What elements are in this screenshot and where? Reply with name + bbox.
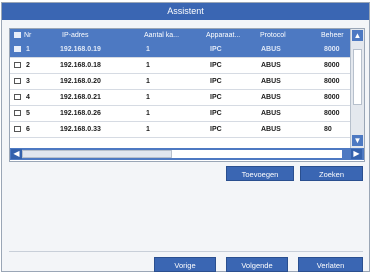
cell-nr: 4 [26,94,30,101]
cell-port: 8000 [324,94,340,101]
next-button[interactable]: Volgende [226,257,288,272]
cell-count: 1 [146,62,150,69]
cell-protocol: ABUS [261,78,281,85]
row-checkbox[interactable] [14,94,21,100]
cell-nr: 2 [26,62,30,69]
cell-port: 8000 [324,78,340,85]
cell-protocol: ABUS [261,62,281,69]
column-header-count[interactable]: Aantal ka... [144,29,188,42]
cell-type: IPC [210,62,222,69]
table-row-6[interactable]: 6 192.168.0.33 1 IPC ABUS 80 [10,122,350,138]
table-body: 1 192.168.0.19 1 IPC ABUS 8000 2 192.168… [10,42,350,138]
cell-type: IPC [210,126,222,133]
cell-type: IPC [210,78,222,85]
scroll-right-icon[interactable]: ▶ [351,149,362,159]
device-table: Nr IP-adres Aantal ka... Apparaat... Pro… [9,28,365,162]
cell-nr: 3 [26,78,30,85]
cell-count: 1 [146,78,150,85]
cell-port: 8000 [324,46,340,53]
vertical-scroll-thumb[interactable] [353,49,362,105]
table-row-4[interactable]: 4 192.168.0.21 1 IPC ABUS 8000 [10,90,350,106]
row-checkbox[interactable] [14,110,21,116]
cell-ip: 192.168.0.19 [60,46,101,53]
cell-nr: 5 [26,110,30,117]
table-row-3[interactable]: 3 192.168.0.20 1 IPC ABUS 8000 [10,74,350,90]
cell-type: IPC [210,94,222,101]
row-checkbox[interactable] [14,78,21,84]
search-button[interactable]: Zoeken [300,166,363,181]
column-header-ip[interactable]: IP-adres [62,29,122,42]
select-all-checkbox[interactable] [14,32,21,38]
cell-protocol: ABUS [261,126,281,133]
table-row-5[interactable]: 5 192.168.0.26 1 IPC ABUS 8000 [10,106,350,122]
cell-port: 8000 [324,110,340,117]
footer-divider [9,251,363,252]
cell-ip: 192.168.0.18 [60,62,101,69]
cell-ip: 192.168.0.33 [60,126,101,133]
exit-button[interactable]: Verlaten [298,257,363,272]
cell-count: 1 [146,46,150,53]
scroll-up-icon[interactable]: ▲ [352,30,363,41]
row-checkbox[interactable] [14,46,21,52]
cell-port: 8000 [324,62,340,69]
cell-protocol: ABUS [261,94,281,101]
column-header-type[interactable]: Apparaat... [206,29,252,42]
column-header-protocol[interactable]: Protocol [260,29,302,42]
dialog-title: Assistent [2,3,369,20]
add-button[interactable]: Toevoegen [226,166,294,181]
cell-count: 1 [146,126,150,133]
column-header-port[interactable]: Beheer [321,29,349,42]
column-header-nr[interactable]: Nr [24,29,38,42]
row-checkbox[interactable] [14,126,21,132]
row-checkbox[interactable] [14,62,21,68]
scroll-down-icon[interactable]: ▼ [352,135,363,146]
scroll-left-icon[interactable]: ◀ [11,149,22,159]
table-row-2[interactable]: 2 192.168.0.18 1 IPC ABUS 8000 [10,58,350,74]
table-row-1[interactable]: 1 192.168.0.19 1 IPC ABUS 8000 [10,42,350,58]
cell-nr: 1 [26,46,30,53]
cell-type: IPC [210,110,222,117]
cell-port: 80 [324,126,332,133]
vertical-scrollbar[interactable]: ▲ ▼ [350,29,364,148]
cell-ip: 192.168.0.26 [60,110,101,117]
cell-count: 1 [146,94,150,101]
cell-nr: 6 [26,126,30,133]
cell-count: 1 [146,110,150,117]
previous-button[interactable]: Vorige [154,257,216,272]
cell-ip: 192.168.0.20 [60,78,101,85]
cell-protocol: ABUS [261,110,281,117]
cell-protocol: ABUS [261,46,281,53]
horizontal-scroll-thumb[interactable] [22,150,172,158]
assistant-dialog: Assistent Nr IP-adres Aantal ka... Appar… [1,2,370,272]
cell-ip: 192.168.0.21 [60,94,101,101]
horizontal-scrollbar[interactable]: ◀ ▶ [10,148,364,160]
table-header: Nr IP-adres Aantal ka... Apparaat... Pro… [10,29,350,42]
cell-type: IPC [210,46,222,53]
